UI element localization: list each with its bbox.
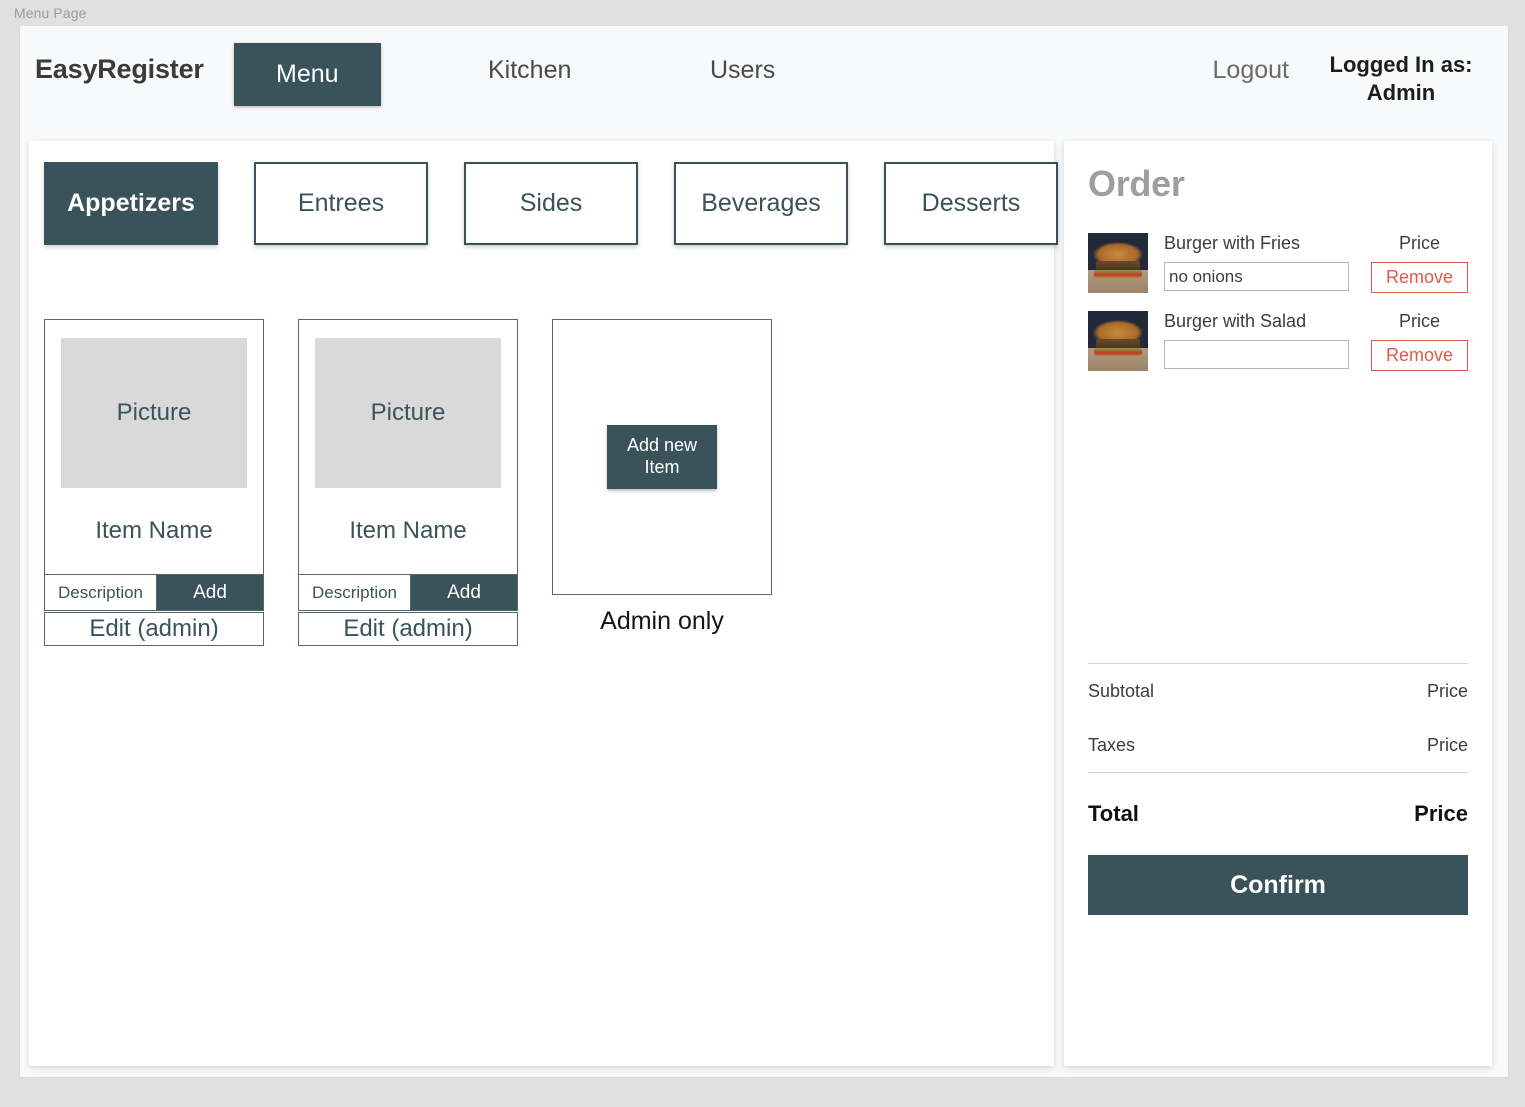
menu-item-action-row: Description Add <box>45 574 263 610</box>
add-to-order-button[interactable]: Add <box>157 575 263 610</box>
menu-item-picture-placeholder: Picture <box>61 338 247 488</box>
order-item-row: Burger with Salad Price Remove <box>1088 311 1468 371</box>
order-panel-title: Order <box>1088 163 1185 204</box>
nav-tab-menu[interactable]: Menu <box>234 43 381 106</box>
order-item-details: Burger with Fries <box>1148 233 1371 291</box>
subtotal-label: Subtotal <box>1088 680 1155 701</box>
admin-only-caption: Admin only <box>600 607 724 635</box>
category-tab-row: Appetizers Entrees Sides Beverages Desse… <box>44 162 1058 245</box>
burger-thumbnail-icon <box>1088 233 1148 293</box>
window-title-bar: Menu Page <box>0 0 1525 26</box>
order-panel: Order Burger with Fries Price Remove Bur… <box>1064 141 1492 1066</box>
order-item-price: Price <box>1398 233 1440 253</box>
menu-item-card: Picture Item Name Description Add Edit (… <box>44 319 264 646</box>
order-item-note-input[interactable] <box>1164 262 1349 291</box>
order-item-details: Burger with Salad <box>1148 311 1371 369</box>
order-item-row: Burger with Fries Price Remove <box>1088 233 1468 293</box>
order-totals: Subtotal Price Taxes Price <box>1088 664 1468 772</box>
category-tab-desserts[interactable]: Desserts <box>884 162 1058 245</box>
category-tab-sides[interactable]: Sides <box>464 162 638 245</box>
remove-item-button[interactable]: Remove <box>1370 340 1468 371</box>
logged-in-as-label: Logged In as: Admin <box>1316 51 1486 106</box>
remove-item-button[interactable]: Remove <box>1370 262 1468 293</box>
total-value: Price <box>1414 801 1468 826</box>
category-tab-appetizers[interactable]: Appetizers <box>44 162 218 245</box>
subtotal-row: Subtotal Price <box>1088 664 1468 718</box>
add-new-item-card-body: Add new Item <box>552 319 772 595</box>
app-frame: EasyRegister Menu Kitchen Users Logout L… <box>19 26 1509 1078</box>
edit-item-button[interactable]: Edit (admin) <box>298 612 518 646</box>
menu-item-card: Picture Item Name Description Add Edit (… <box>298 319 518 646</box>
category-tab-beverages[interactable]: Beverages <box>674 162 848 245</box>
menu-item-grid: Picture Item Name Description Add Edit (… <box>44 319 772 646</box>
edit-item-button[interactable]: Edit (admin) <box>44 612 264 646</box>
burger-thumbnail-icon <box>1088 311 1148 371</box>
nav-tab-kitchen[interactable]: Kitchen <box>488 56 571 85</box>
taxes-row: Taxes Price <box>1088 718 1468 772</box>
order-item-price: Price <box>1398 311 1440 331</box>
menu-item-action-row: Description Add <box>299 574 517 610</box>
add-new-item-button[interactable]: Add new Item <box>607 425 717 489</box>
description-button[interactable]: Description <box>299 575 411 610</box>
top-navigation-bar: EasyRegister Menu Kitchen Users Logout L… <box>20 26 1508 126</box>
subtotal-value: Price <box>1426 680 1468 701</box>
nav-tab-users[interactable]: Users <box>710 56 775 85</box>
order-item-right-column: Price Remove <box>1370 233 1468 293</box>
app-brand-logo: EasyRegister <box>35 54 204 84</box>
menu-item-name: Item Name <box>349 517 467 544</box>
order-item-note-input[interactable] <box>1164 340 1349 369</box>
window-title: Menu Page <box>14 5 87 21</box>
menu-panel: Appetizers Entrees Sides Beverages Desse… <box>29 141 1058 1066</box>
add-new-item-card: Add new Item Admin only <box>552 319 772 646</box>
taxes-label: Taxes <box>1088 734 1136 755</box>
logged-in-as-line1: Logged In as: <box>1329 52 1473 77</box>
taxes-value: Price <box>1426 734 1468 755</box>
order-item-name: Burger with Salad <box>1164 311 1307 331</box>
description-button[interactable]: Description <box>45 575 157 610</box>
add-to-order-button[interactable]: Add <box>411 575 517 610</box>
total-label: Total <box>1088 801 1139 826</box>
menu-item-name: Item Name <box>95 517 213 544</box>
confirm-order-button[interactable]: Confirm <box>1088 855 1468 915</box>
logout-link[interactable]: Logout <box>1213 56 1289 85</box>
category-tab-entrees[interactable]: Entrees <box>254 162 428 245</box>
order-item-list: Burger with Fries Price Remove Burger wi… <box>1088 233 1468 663</box>
order-item-name: Burger with Fries <box>1164 233 1301 253</box>
logged-in-as-username: Admin <box>1366 79 1436 105</box>
menu-item-picture-placeholder: Picture <box>315 338 501 488</box>
menu-item-card-body: Picture Item Name Description Add <box>298 319 518 611</box>
order-item-right-column: Price Remove <box>1370 311 1468 371</box>
menu-item-card-body: Picture Item Name Description Add <box>44 319 264 611</box>
grand-total-row: Total Price <box>1088 773 1468 855</box>
